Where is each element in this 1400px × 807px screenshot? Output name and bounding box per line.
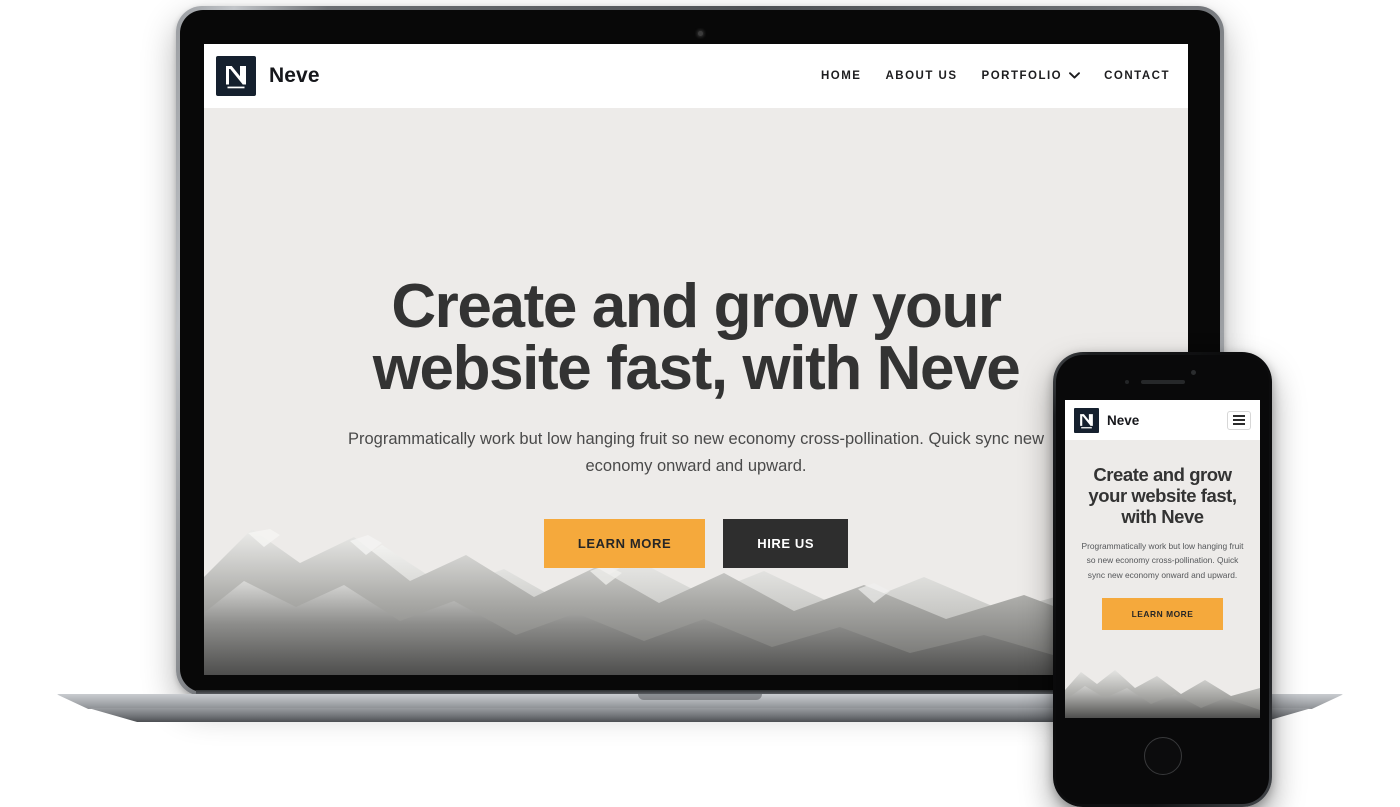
mobile-site-logo[interactable]: Neve <box>1074 407 1140 433</box>
mobile-hero-subtitle: Programmatically work but low hanging fr… <box>1081 540 1244 581</box>
mobile-learn-more-button[interactable]: LEARN MORE <box>1101 597 1224 630</box>
laptop-webcam-icon <box>697 31 703 36</box>
neve-logo-icon <box>216 56 256 96</box>
hero-content: Create and grow your website fast, with … <box>204 108 1188 569</box>
hero-title-line-1: Create and grow your <box>391 272 1002 341</box>
hero-cta-group: LEARN MORE HIRE US <box>204 519 1188 569</box>
nav-item-home[interactable]: HOME <box>821 70 862 82</box>
main-navigation: HOME ABOUT US PORTFOLIO CONTACT <box>821 70 1176 82</box>
nav-item-portfolio[interactable]: PORTFOLIO <box>982 70 1081 82</box>
hamburger-line <box>1233 419 1245 421</box>
mobile-hero-content: Create and grow your website fast, with … <box>1065 440 1260 630</box>
nav-item-contact[interactable]: CONTACT <box>1104 70 1170 82</box>
hamburger-line <box>1233 415 1245 417</box>
hamburger-menu-icon[interactable] <box>1227 410 1251 430</box>
hero-subtitle: Programmatically work but low hanging fr… <box>347 430 1045 476</box>
nav-label: PORTFOLIO <box>981 70 1063 82</box>
mobile-hero-title: Create and grow your website fast, with … <box>1088 464 1237 527</box>
neve-logo-icon <box>1074 407 1099 433</box>
site-brand-name: Neve <box>269 64 320 87</box>
phone-device-mockup: Neve Create and grow your website fast, … <box>1053 352 1272 807</box>
hire-us-button[interactable]: HIRE US <box>723 519 849 569</box>
phone-earpiece-speaker <box>1140 380 1185 384</box>
laptop-website-viewport: Neve HOME ABOUT US PORTFOLIO CONTACT Cre… <box>204 44 1188 675</box>
nav-item-about-us[interactable]: ABOUT US <box>885 70 957 82</box>
site-logo[interactable]: Neve <box>216 56 320 96</box>
hero-section: Create and grow your website fast, with … <box>204 108 1188 675</box>
nav-label: ABOUT US <box>885 70 958 82</box>
mobile-hero-section: Create and grow your website fast, with … <box>1065 440 1260 718</box>
laptop-base-notch <box>638 694 762 700</box>
phone-home-button[interactable] <box>1143 737 1182 775</box>
nav-label: HOME <box>820 70 862 82</box>
phone-sensor-icon <box>1124 380 1129 384</box>
phone-website-viewport: Neve Create and grow your website fast, … <box>1065 400 1260 718</box>
nav-label: CONTACT <box>1104 70 1170 82</box>
hamburger-line <box>1233 423 1245 425</box>
hero-title: Create and grow your website fast, with … <box>316 276 1076 400</box>
mobile-site-header: Neve <box>1065 400 1260 440</box>
chevron-down-icon <box>1069 70 1081 82</box>
mobile-brand-name: Neve <box>1107 412 1140 428</box>
site-header: Neve HOME ABOUT US PORTFOLIO CONTACT <box>204 44 1188 108</box>
phone-front-camera-icon <box>1190 370 1196 375</box>
mobile-mountain-range-background-image <box>1065 670 1260 718</box>
hero-title-line-2: website fast, with Neve <box>372 334 1021 403</box>
learn-more-button[interactable]: LEARN MORE <box>543 519 706 569</box>
